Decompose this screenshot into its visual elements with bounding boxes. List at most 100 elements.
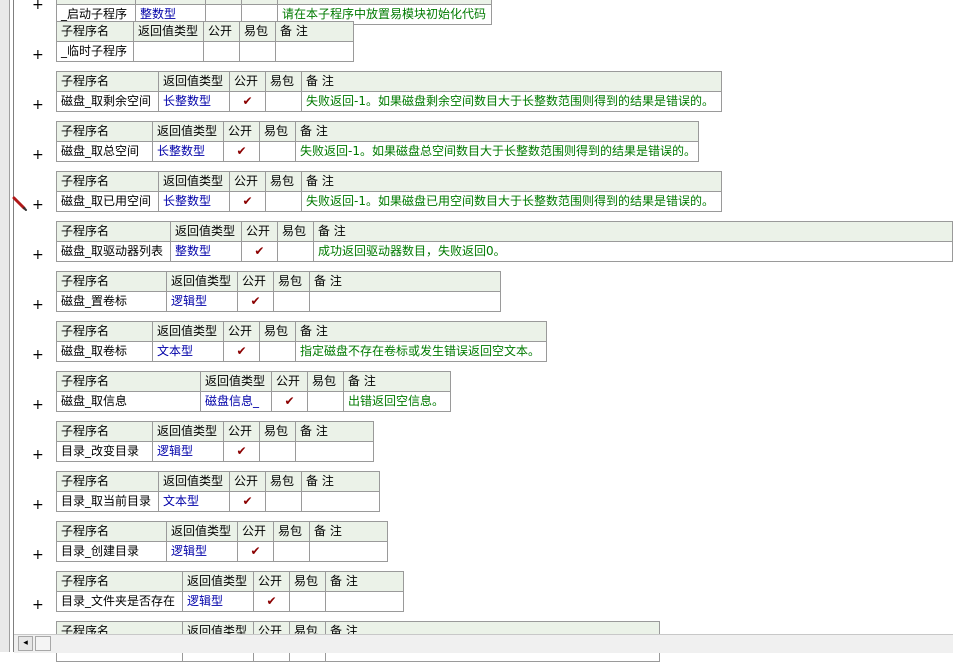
subroutine-name[interactable]: 磁盘_取卷标 xyxy=(56,341,153,362)
subroutine-table[interactable]: 子程序名 返回值类型 公开 易包备 注 _临时子程序 xyxy=(56,21,354,62)
subroutine-table[interactable]: 子程序名 返回值类型 公开 易包备 注磁盘_取卷标 文本型 ✔ 指定磁盘不存在卷标或发生错误… xyxy=(56,321,547,362)
subroutine-return-type[interactable]: 磁盘信息_ xyxy=(200,391,272,412)
subroutine-row[interactable]: _临时子程序 xyxy=(56,41,354,62)
expand-plus-icon[interactable]: + xyxy=(32,548,44,562)
subroutine-return-type[interactable]: 逻辑型 xyxy=(152,441,224,462)
subroutine-return-type[interactable]: 文本型 xyxy=(158,491,230,512)
expand-plus-icon[interactable]: + xyxy=(32,348,44,362)
subroutine-row[interactable]: 磁盘_取卷标 文本型 ✔ 指定磁盘不存在卷标或发生错误返回空文本。 xyxy=(56,341,547,362)
subroutine-name[interactable]: 磁盘_置卷标 xyxy=(56,291,167,312)
subroutine-public[interactable] xyxy=(203,41,240,62)
subroutine-return-type[interactable]: 文本型 xyxy=(152,341,224,362)
subroutine-return-type[interactable]: 逻辑型 xyxy=(166,291,238,312)
subroutine-row[interactable]: 目录_取当前目录 文本型 ✔ xyxy=(56,491,380,512)
subroutine-name[interactable]: 磁盘_取已用空间 xyxy=(56,191,159,212)
subroutine-return-type[interactable]: 逻辑型 xyxy=(182,591,254,612)
subroutine-easy-pack[interactable] xyxy=(276,241,314,262)
horizontal-scrollbar[interactable]: ◂ xyxy=(14,634,953,653)
subroutine-remark[interactable]: 指定磁盘不存在卷标或发生错误返回空文本。 xyxy=(295,341,547,362)
subroutine-easy-pack[interactable] xyxy=(239,41,276,62)
subroutine-row[interactable]: 目录_创建目录 逻辑型 ✔ xyxy=(56,541,388,562)
subroutine-name[interactable]: 目录_取当前目录 xyxy=(56,491,159,512)
expand-plus-icon[interactable]: + xyxy=(32,148,44,162)
subroutine-easy-pack[interactable] xyxy=(265,491,302,512)
subroutine-name[interactable]: 磁盘_取信息 xyxy=(56,391,201,412)
subroutine-name[interactable]: 目录_创建目录 xyxy=(56,541,167,562)
subroutine-remark[interactable]: 失败返回-1。如果磁盘总空间数目大于长整数范围则得到的结果是错误的。 xyxy=(295,141,699,162)
subroutine-table[interactable]: 子程序名 返回值类型 公开 易包备 注磁盘_取信息 磁盘信息_ ✔ 出错返回空信息。 xyxy=(56,371,451,412)
subroutine-public[interactable]: ✔ xyxy=(253,591,290,612)
subroutine-easy-pack[interactable] xyxy=(265,91,302,112)
subroutine-remark[interactable] xyxy=(309,541,388,562)
subroutine-public[interactable]: ✔ xyxy=(271,391,308,412)
subroutine-public[interactable]: ✔ xyxy=(237,291,274,312)
expand-plus-icon[interactable]: + xyxy=(32,48,44,62)
subroutine-public[interactable]: ✔ xyxy=(237,541,274,562)
subroutine-public[interactable]: ✔ xyxy=(223,341,260,362)
subroutine-name[interactable]: _临时子程序 xyxy=(56,41,134,62)
subroutine-remark[interactable] xyxy=(309,291,501,312)
subroutine-return-type[interactable]: 长整数型 xyxy=(158,91,230,112)
subroutine-table[interactable]: 子程序名 返回值类型 公开 易包备 注磁盘_置卷标 逻辑型 ✔ xyxy=(56,271,501,312)
subroutine-name[interactable]: 目录_改变目录 xyxy=(56,441,153,462)
subroutine-row[interactable]: 磁盘_取已用空间 长整数型 ✔ 失败返回-1。如果磁盘已用空间数目大于长整数范围则得到… xyxy=(56,191,722,212)
subroutine-easy-pack[interactable] xyxy=(289,591,326,612)
subroutine-table[interactable]: 子程序名 返回值类型 公开 易包备 注目录_文件夹是否存在 逻辑型 ✔ xyxy=(56,571,404,612)
subroutine-table[interactable]: 子程序名 返回值类型 公开 易包备 注目录_取当前目录 文本型 ✔ xyxy=(56,471,380,512)
subroutine-table[interactable]: 子程序名 返回值类型 公开 易包备 注目录_改变目录 逻辑型 ✔ xyxy=(56,421,374,462)
subroutine-return-type[interactable]: 长整数型 xyxy=(152,141,224,162)
subroutine-easy-pack[interactable] xyxy=(273,291,310,312)
expand-plus-icon[interactable]: + xyxy=(32,248,44,262)
subroutine-remark[interactable] xyxy=(301,491,380,512)
scroll-thumb[interactable] xyxy=(35,636,51,651)
subroutine-table[interactable]: 子程序名 返回值类型 公开 易包备 注磁盘_取总空间 长整数型 ✔ 失败返回-1。如果磁盘总… xyxy=(56,121,699,162)
subroutine-remark[interactable]: 成功返回驱动器数目，失败返回0。 xyxy=(312,241,953,262)
subroutine-name[interactable]: 磁盘_取驱动器列表 xyxy=(56,241,171,262)
subroutine-remark[interactable] xyxy=(295,441,374,462)
expand-plus-icon[interactable]: + xyxy=(32,0,44,12)
subroutine-return-type[interactable]: 长整数型 xyxy=(158,191,230,212)
subroutine-remark[interactable]: 失败返回-1。如果磁盘剩余空间数目大于长整数范围则得到的结果是错误的。 xyxy=(301,91,722,112)
subroutine-return-type[interactable]: 逻辑型 xyxy=(166,541,238,562)
expand-plus-icon[interactable]: + xyxy=(32,598,44,612)
subroutine-row[interactable]: 磁盘_取剩余空间 长整数型 ✔ 失败返回-1。如果磁盘剩余空间数目大于长整数范围则得到… xyxy=(56,91,722,112)
subroutine-table[interactable]: 子程序名 返回值类型 公开 易包备 注磁盘_取驱动器列表 整数型 ✔ 成功返回驱动器数目，失… xyxy=(56,221,953,262)
expand-plus-icon[interactable]: + xyxy=(32,298,44,312)
subroutine-easy-pack[interactable] xyxy=(273,541,310,562)
subroutine-easy-pack[interactable] xyxy=(265,191,302,212)
subroutine-row[interactable]: 磁盘_取信息 磁盘信息_ ✔ 出错返回空信息。 xyxy=(56,391,451,412)
expand-plus-icon[interactable]: + xyxy=(32,198,44,212)
subroutine-remark[interactable]: 出错返回空信息。 xyxy=(343,391,451,412)
expand-plus-icon[interactable]: + xyxy=(32,398,44,412)
subroutine-table[interactable]: 子程序名 返回值类型 公开 易包备 注磁盘_取已用空间 长整数型 ✔ 失败返回-1。如果磁盘… xyxy=(56,171,722,212)
subroutine-public[interactable]: ✔ xyxy=(229,91,266,112)
subroutine-public[interactable]: ✔ xyxy=(240,241,278,262)
subroutine-row[interactable]: 磁盘_取总空间 长整数型 ✔ 失败返回-1。如果磁盘总空间数目大于长整数范围则得到的结… xyxy=(56,141,699,162)
subroutine-table[interactable]: 子程序名 返回值类型 公开 易包备 注目录_创建目录 逻辑型 ✔ xyxy=(56,521,388,562)
subroutine-easy-pack[interactable] xyxy=(259,141,296,162)
scroll-left-button[interactable]: ◂ xyxy=(18,636,33,651)
subroutine-row[interactable]: 目录_文件夹是否存在 逻辑型 ✔ xyxy=(56,591,404,612)
subroutine-public[interactable]: ✔ xyxy=(229,491,266,512)
subroutine-remark[interactable]: 失败返回-1。如果磁盘已用空间数目大于长整数范围则得到的结果是错误的。 xyxy=(301,191,722,212)
subroutine-easy-pack[interactable] xyxy=(307,391,344,412)
expand-plus-icon[interactable]: + xyxy=(32,448,44,462)
subroutine-easy-pack[interactable] xyxy=(259,341,296,362)
expand-plus-icon[interactable]: + xyxy=(32,498,44,512)
subroutine-public[interactable]: ✔ xyxy=(223,141,260,162)
subroutine-name[interactable]: 磁盘_取剩余空间 xyxy=(56,91,159,112)
subroutine-row[interactable]: 磁盘_置卷标 逻辑型 ✔ xyxy=(56,291,501,312)
subroutine-row[interactable]: 磁盘_取驱动器列表 整数型 ✔ 成功返回驱动器数目，失败返回0。 xyxy=(56,241,953,262)
subroutine-public[interactable]: ✔ xyxy=(223,441,260,462)
subroutine-row[interactable]: 目录_改变目录 逻辑型 ✔ xyxy=(56,441,374,462)
subroutine-remark[interactable] xyxy=(325,591,404,612)
subroutine-return-type[interactable]: 整数型 xyxy=(169,241,242,262)
subroutine-public[interactable]: ✔ xyxy=(229,191,266,212)
subroutine-return-type[interactable] xyxy=(133,41,204,62)
subroutine-table[interactable]: 子程序名 返回值类型 公开 易包备 注磁盘_取剩余空间 长整数型 ✔ 失败返回-1。如果磁盘… xyxy=(56,71,722,112)
subroutine-easy-pack[interactable] xyxy=(259,441,296,462)
subroutine-name[interactable]: 目录_文件夹是否存在 xyxy=(56,591,183,612)
subroutine-remark[interactable] xyxy=(275,41,354,62)
expand-plus-icon[interactable]: + xyxy=(32,98,44,112)
subroutine-name[interactable]: 磁盘_取总空间 xyxy=(56,141,153,162)
